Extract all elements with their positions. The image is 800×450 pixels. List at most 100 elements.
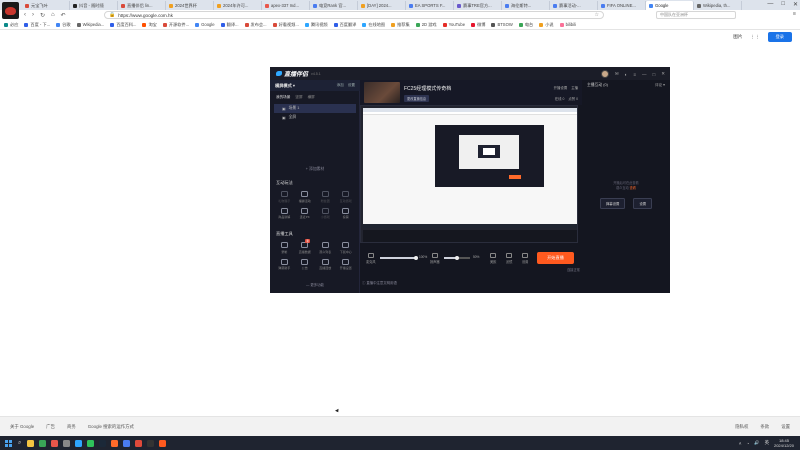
speaker-control[interactable]: 扬声器 — [430, 253, 440, 264]
footer-privacy-link[interactable]: 隐私权 — [735, 424, 748, 430]
tool-game[interactable]: 互动游戏 — [336, 191, 357, 203]
footer-settings-link[interactable]: 设置 — [781, 424, 790, 430]
scene-settings-button[interactable]: 设置 — [348, 83, 355, 88]
footer-terms-link[interactable]: 条款 — [760, 424, 769, 430]
address-bar[interactable]: 🔒 https://www.google.com.hk ☆ — [104, 11, 604, 19]
footer-ads-link[interactable]: 广告 — [46, 424, 55, 430]
bookmark-item[interactable]: Google — [195, 22, 215, 27]
footer-about-link[interactable]: 关于 Google — [10, 424, 34, 430]
tool-settings[interactable]: 开播设置 — [336, 258, 357, 270]
music-icon[interactable] — [135, 439, 143, 447]
browser-tab[interactable]: 海伦斯特... — [502, 1, 550, 10]
add-source-button[interactable]: + 添加素材 — [270, 167, 360, 172]
browser-tab[interactable]: [DAY] 2024... — [358, 1, 406, 10]
room-title[interactable]: FC25经理模式传奇档 — [404, 85, 451, 92]
app-icon[interactable] — [123, 439, 131, 447]
browser-tab[interactable]: 直播伴侣 lin... — [118, 1, 166, 10]
mic-slider-knob[interactable] — [414, 255, 418, 260]
tool-audience[interactable]: 观众列表 — [315, 242, 336, 254]
bookmark-item[interactable]: BTSOW — [491, 22, 513, 27]
bookmark-item[interactable]: 翻译... — [220, 22, 239, 28]
tool-bag[interactable]: 福袋活动 — [295, 191, 316, 203]
tab-portrait[interactable]: 竖屏 — [295, 95, 302, 100]
scene-item[interactable]: ▣ 场景 1 — [274, 104, 356, 113]
filter-button[interactable]: 滤镜 — [506, 253, 512, 264]
home-icon[interactable]: ⌂ — [51, 12, 55, 19]
tool-pk[interactable]: 连麦PK — [295, 207, 316, 219]
bookmark-item[interactable]: 腾讯视频 — [304, 22, 328, 28]
terminal-icon[interactable] — [147, 439, 155, 447]
scene-item[interactable]: ▣ 全屏 — [274, 113, 356, 122]
comment-filter-dropdown[interactable]: 评论 ▾ — [655, 83, 665, 88]
live-preview[interactable] — [360, 105, 578, 243]
tool-fans[interactable]: 粉丝团 — [315, 191, 336, 203]
steam-icon[interactable] — [99, 439, 107, 447]
browser-tab[interactable]: apex-337 Ind... — [262, 1, 310, 10]
taskbar-search-icon[interactable]: ⌕ — [18, 440, 21, 447]
ime-indicator[interactable]: 英 — [765, 440, 769, 446]
tool-vote[interactable]: 投票 — [336, 207, 357, 219]
footer-business-link[interactable]: 商务 — [67, 424, 76, 430]
speaker-slider-knob[interactable] — [455, 255, 459, 260]
close-icon[interactable]: ✕ — [661, 71, 665, 77]
store-icon[interactable] — [51, 439, 59, 447]
bookmark-item[interactable]: 推荐集 — [391, 22, 410, 28]
browser-tab[interactable]: 2024年许可... — [214, 1, 262, 10]
bookmark-item[interactable]: 开源软件... — [162, 22, 189, 28]
browser-tab[interactable]: 赛事TRE官方... — [454, 1, 502, 10]
tool-danmaku[interactable]: 弹幕助手 — [274, 258, 295, 270]
skin-icon[interactable]: ◐ — [625, 72, 628, 77]
maximize-icon[interactable]: □ — [781, 1, 785, 8]
browser-tab[interactable]: Google — [646, 1, 694, 10]
browser-logo-icon[interactable] — [2, 2, 19, 19]
minimize-icon[interactable]: — — [642, 72, 647, 77]
live-icon[interactable] — [159, 439, 167, 447]
minimize-icon[interactable]: — — [767, 1, 773, 8]
menu-icon[interactable]: ≡ — [793, 11, 796, 17]
tool-goods[interactable]: 商品讲解 — [274, 207, 295, 219]
browser-tab[interactable]: EA SPORTS F... — [406, 1, 454, 10]
browser-search-input[interactable]: 中国队在亚洲杯 — [656, 11, 736, 19]
network-icon[interactable]: ◔ — [746, 441, 749, 446]
browser-tab[interactable]: 赛事活动-... — [550, 1, 598, 10]
apps-icon[interactable]: ⋮⋮ — [750, 34, 759, 40]
close-icon[interactable]: ✕ — [793, 1, 798, 8]
wechat-icon[interactable] — [87, 439, 95, 447]
tool-download[interactable]: 下载中心 — [336, 242, 357, 254]
bookmark-item[interactable]: YouTube — [442, 22, 465, 27]
tray-arrow-icon[interactable]: ˄ — [739, 441, 742, 446]
beauty-button[interactable]: 美颜 — [490, 253, 496, 264]
scene-mode-dropdown[interactable]: 横屏模式 ▾ — [275, 83, 295, 89]
browser-tab[interactable]: 抖音 - 随时随 — [70, 1, 118, 10]
bookmark-item[interactable]: 微博 — [471, 22, 485, 28]
browser-tab[interactable]: FIFA ONLINE... — [598, 1, 646, 10]
message-icon[interactable]: ✉ — [615, 71, 619, 77]
browser-tab[interactable]: 2024世界杯 — [166, 1, 214, 10]
chrome-icon[interactable] — [39, 439, 47, 447]
bookmark-item[interactable]: 谷歌 — [56, 22, 71, 28]
images-link[interactable]: 图片 — [733, 34, 742, 40]
scene-add-button[interactable]: 添加 — [337, 83, 344, 88]
view-link[interactable]: 查看 — [630, 186, 636, 190]
bookmark-item[interactable]: bilibili — [559, 22, 576, 27]
speaker-slider[interactable] — [444, 255, 470, 260]
mic-slider[interactable] — [380, 255, 418, 260]
browser-tab[interactable]: 元宝飞叶 — [22, 1, 70, 10]
tool-notice[interactable]: 公告 — [295, 258, 316, 270]
maximize-icon[interactable]: □ — [653, 72, 656, 77]
bookmark-item[interactable]: 必应 — [4, 22, 18, 28]
mail-icon[interactable] — [75, 439, 83, 447]
back-icon[interactable]: ‹ — [24, 12, 26, 19]
bookmark-item[interactable]: 2D 游戏 — [415, 22, 437, 28]
bookmark-item[interactable]: 在线地图 — [362, 22, 385, 28]
forward-icon[interactable]: › — [32, 12, 34, 19]
media-icon[interactable] — [111, 439, 119, 447]
danmaku-settings-button[interactable]: 弹幕设置 — [599, 198, 626, 209]
bookmark-item[interactable]: 百度翻译 — [333, 22, 356, 28]
url-text[interactable]: https://www.google.com.hk — [118, 13, 173, 18]
bookmark-item[interactable]: Wikipedia... — [76, 22, 104, 27]
signin-button[interactable]: 登录 — [767, 32, 792, 42]
menu-icon[interactable]: ≡ — [633, 72, 636, 77]
bookmark-item[interactable]: 淘宝 — [142, 22, 157, 28]
mic-control[interactable]: 麦克风 — [366, 253, 376, 264]
